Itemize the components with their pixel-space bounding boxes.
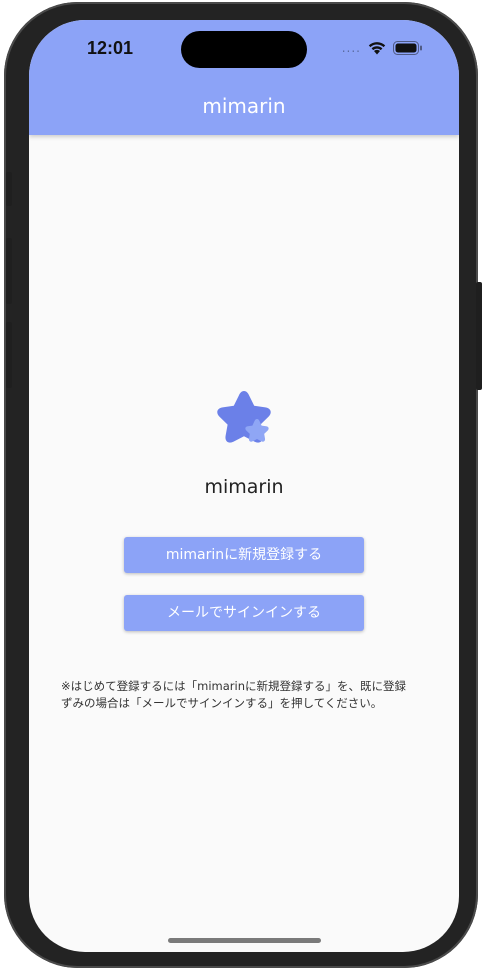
action-button: [6, 172, 12, 206]
signal-dots: ....: [341, 40, 361, 55]
register-button[interactable]: mimarinに新規登録する: [124, 537, 364, 573]
dynamic-island: [181, 31, 307, 68]
instruction-note: ※はじめて登録するには「mimarinに新規登録する」を、既に登録ずみの場合は「…: [61, 679, 406, 710]
status-icons: ....: [342, 40, 423, 55]
app-bar-title: mimarin: [202, 94, 286, 118]
wifi-icon: [368, 42, 386, 55]
home-indicator[interactable]: [168, 938, 321, 943]
star-logo-icon: [217, 391, 271, 443]
screen: 12:01 .... mimarin mimarin mimarinに新規登録す…: [29, 20, 459, 952]
app-name: mimarin: [204, 476, 284, 498]
battery-icon: [393, 40, 422, 55]
app-bar: 12:01 .... mimarin: [29, 20, 459, 135]
power-button: [476, 282, 482, 390]
status-time: 12:01: [87, 38, 134, 58]
volume-up-button: [6, 238, 12, 304]
volume-down-button: [6, 322, 12, 388]
signin-button[interactable]: メールでサインインする: [124, 595, 364, 631]
